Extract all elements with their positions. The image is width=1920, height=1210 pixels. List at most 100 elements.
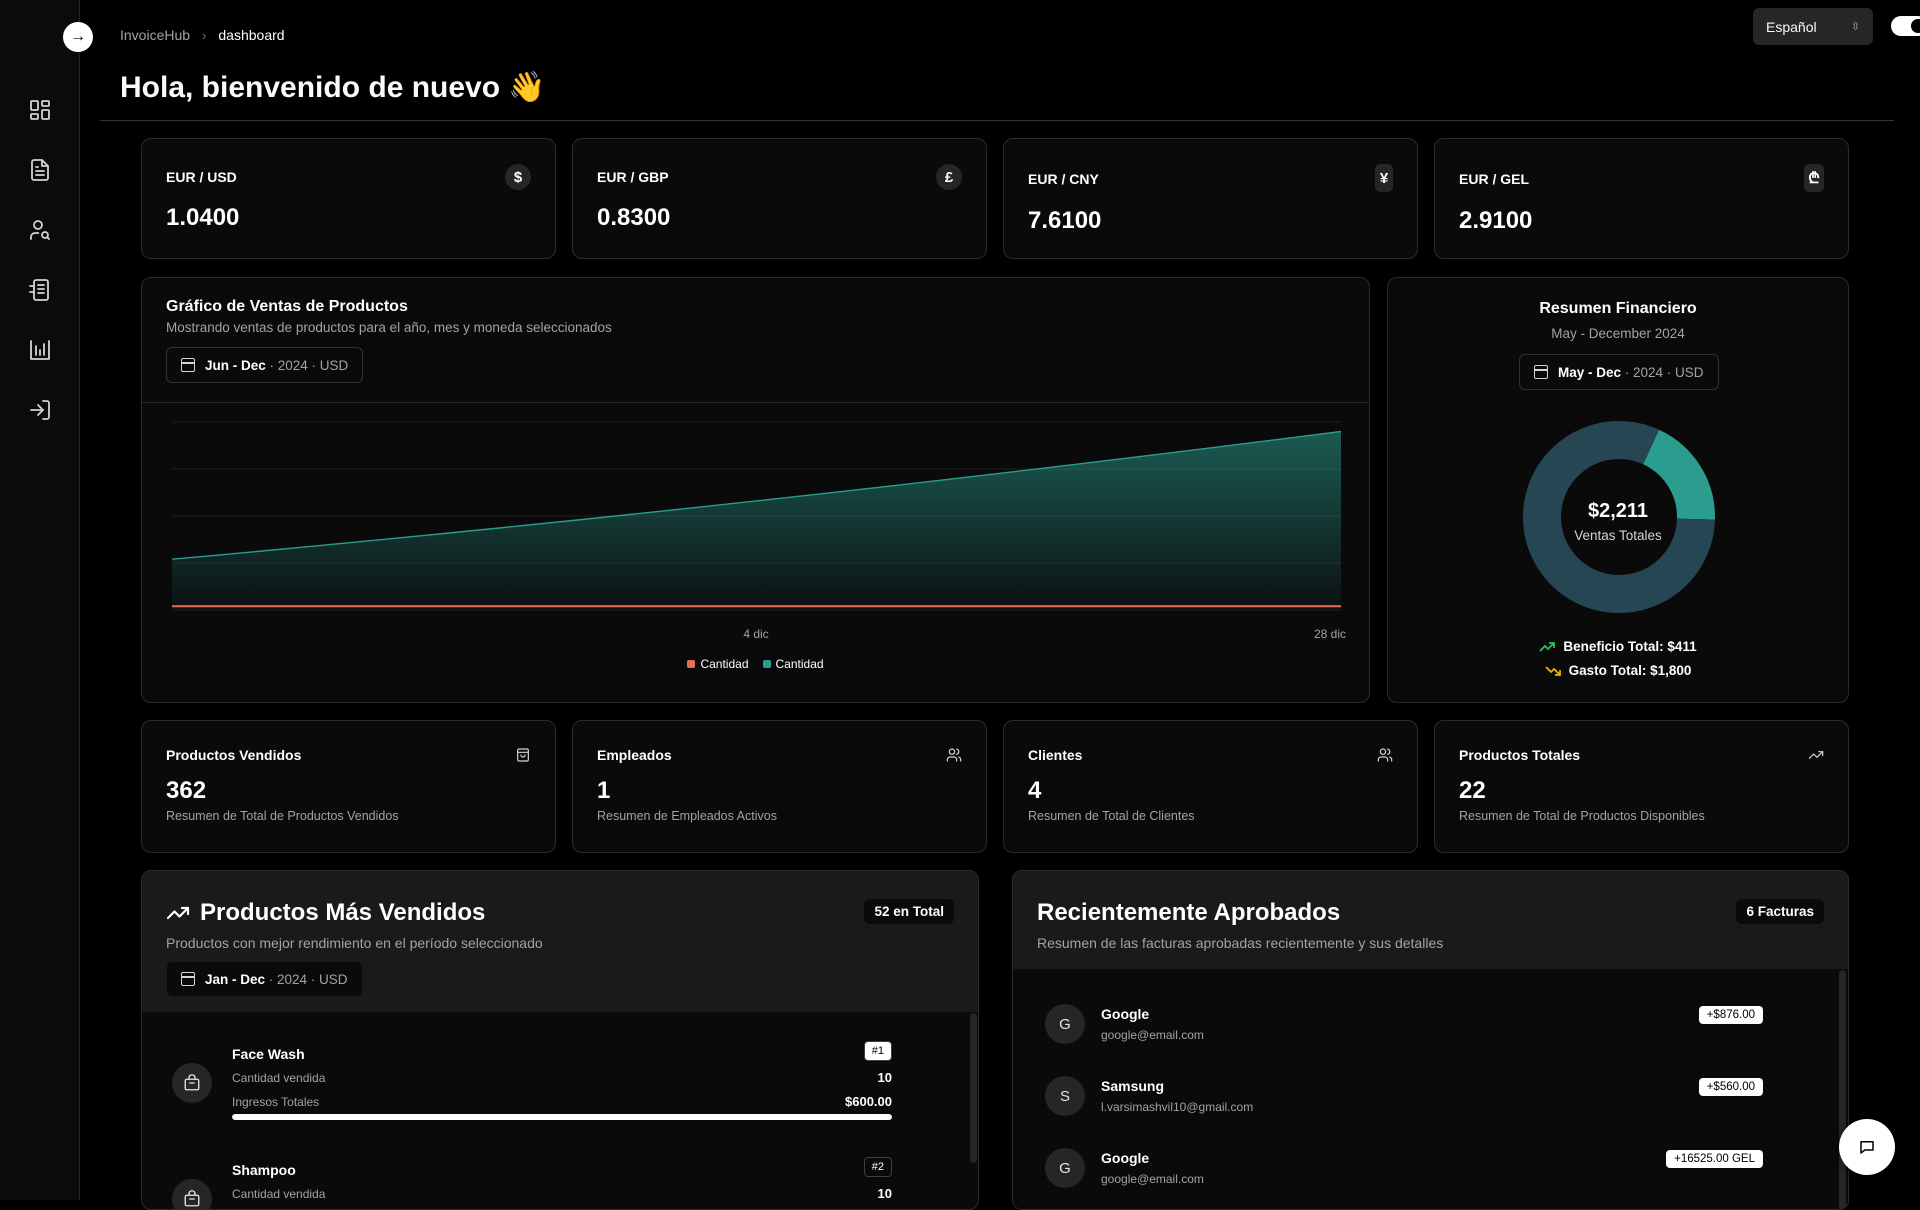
users-icon: [1377, 747, 1393, 763]
quantity-label: Cantidad vendida: [232, 1071, 326, 1085]
rate-label: EUR / USD: [166, 169, 237, 185]
client-name: Samsung: [1101, 1078, 1165, 1094]
quantity-label: Cantidad vendida: [232, 1187, 326, 1201]
rate-label: EUR / GBP: [597, 169, 669, 185]
sidebar-item-receipts[interactable]: [0, 260, 80, 320]
sidebar: [0, 0, 80, 1200]
header-divider: [100, 120, 1894, 121]
yuan-icon: ¥: [1375, 164, 1393, 192]
legend-swatch: [762, 660, 771, 668]
rate-label: EUR / GEL: [1459, 171, 1530, 187]
breadcrumb-home-link[interactable]: InvoiceHub: [120, 27, 190, 43]
financial-date-range-button[interactable]: May - Dec · 2024 · USD: [1519, 354, 1719, 390]
quantity-value: 10: [877, 1070, 892, 1085]
rate-card-usd: EUR / USD 1.0400 $: [141, 138, 556, 259]
recent-approved-panel: Recientemente Aprobados Resumen de las f…: [1012, 870, 1849, 1210]
date-range-text: May - Dec · 2024 · USD: [1558, 365, 1704, 380]
sidebar-item-invoices[interactable]: [0, 140, 80, 200]
scrollbar[interactable]: [970, 1013, 977, 1163]
rate-card-cny: EUR / CNY 7.6100 ¥: [1003, 138, 1418, 259]
topbar: InvoiceHub › dashboard Hola, bienvenido …: [80, 0, 1920, 104]
x-tick-label: 4 dic: [743, 627, 768, 641]
recent-title: Recientemente Aprobados: [1037, 899, 1341, 926]
rate-value: 2.9100: [1459, 207, 1533, 234]
client-name: Google: [1101, 1150, 1150, 1166]
progress-fill: [232, 1114, 892, 1120]
calendar-icon: [1534, 365, 1548, 379]
top-products-title: Productos Más Vendidos: [166, 899, 485, 927]
chart-subtitle: Mostrando ventas de productos para el añ…: [166, 320, 612, 335]
date-range-months: May - Dec: [1558, 364, 1622, 380]
quantity-value: 10: [877, 1186, 892, 1201]
amount-badge: +$876.00: [1698, 1006, 1763, 1024]
sidebar-item-reports[interactable]: [0, 320, 80, 380]
stat-label: Empleados: [597, 747, 672, 763]
avatar: G: [1045, 1004, 1085, 1044]
reports-icon: [30, 340, 50, 360]
legend-swatch: [687, 660, 696, 668]
products-date-range-button[interactable]: Jan - Dec · 2024 · USD: [166, 961, 363, 997]
profit-total: Beneficio Total: $411: [1563, 639, 1697, 654]
calendar-icon: [181, 972, 195, 986]
rank-badge: #1: [863, 1041, 892, 1061]
series-area: [172, 431, 1341, 610]
product-name: Shampoo: [232, 1162, 296, 1178]
client-name: Google: [1101, 1006, 1150, 1022]
stat-label: Productos Vendidos: [166, 747, 302, 763]
trending-up-icon: [166, 906, 190, 920]
legend-label: Cantidad: [700, 657, 749, 671]
breadcrumb-current: dashboard: [218, 27, 285, 43]
sidebar-item-logout[interactable]: [0, 380, 80, 440]
receipt-icon: [29, 279, 49, 301]
list-item[interactable]: G Google google@email.com +$876.00: [1045, 999, 1805, 1059]
pound-icon: £: [936, 164, 962, 190]
legend-item: Cantidad: [687, 657, 749, 671]
top-products-subtitle: Productos con mejor rendimiento en el pe…: [166, 935, 543, 951]
donut-total: $2,211: [1587, 500, 1649, 522]
avatar: S: [1045, 1076, 1085, 1116]
legend-item: Cantidad: [762, 657, 824, 671]
list-item[interactable]: Shampoo #2 Cantidad vendida 10: [172, 1157, 932, 1209]
sidebar-toggle-button[interactable]: →: [63, 22, 93, 52]
stat-card-employees: Empleados 1 Resumen de Empleados Activos: [572, 720, 987, 853]
sales-date-range-button[interactable]: Jun - Dec · 2024 · USD: [166, 347, 364, 383]
chat-button[interactable]: [1839, 1119, 1895, 1175]
language-select[interactable]: Español ⇳: [1753, 8, 1873, 45]
list-item[interactable]: S Samsung l.varsimashvil10@gmail.com +$5…: [1045, 1071, 1805, 1131]
stat-card-total-products: Productos Totales 22 Resumen de Total de…: [1434, 720, 1849, 853]
list-item[interactable]: Face Wash #1 Cantidad vendida 10 Ingreso…: [172, 1041, 932, 1136]
theme-toggle[interactable]: [1891, 16, 1920, 36]
invoice-icon: [31, 159, 49, 181]
stat-description: Resumen de Empleados Activos: [597, 809, 777, 823]
stat-value: 22: [1459, 777, 1486, 804]
recent-subtitle: Resumen de las facturas aprobadas recien…: [1037, 935, 1444, 951]
sidebar-item-clients[interactable]: [0, 200, 80, 260]
donut-total-label: Ventas Totales: [1574, 528, 1662, 543]
page-title: Hola, bienvenido de nuevo 👋: [120, 71, 546, 104]
stat-value: 1: [597, 777, 611, 804]
x-tick-label: 28 dic: [1314, 627, 1346, 641]
stat-label: Clientes: [1028, 747, 1083, 763]
amount-badge: +16525.00 GEL: [1666, 1150, 1763, 1168]
lari-icon: ₾: [1804, 164, 1824, 192]
expense-summary: Gasto Total: $1,800: [1388, 663, 1848, 678]
stat-description: Resumen de Total de Productos Vendidos: [166, 809, 399, 823]
rate-value: 0.8300: [597, 204, 671, 231]
scrollbar[interactable]: [1839, 970, 1846, 1209]
trending-up-icon: [1539, 641, 1556, 652]
stat-value: 362: [166, 777, 207, 804]
date-range-rest: · 2024 · USD: [265, 971, 348, 987]
client-email: l.varsimashvil10@gmail.com: [1101, 1100, 1254, 1114]
shopping-bag-icon: [515, 747, 531, 763]
profit-summary: Beneficio Total: $411: [1388, 639, 1848, 654]
rate-card-gbp: EUR / GBP 0.8300 £: [572, 138, 987, 259]
date-range-months: Jun - Dec: [205, 357, 266, 373]
date-range-text: Jan - Dec · 2024 · USD: [205, 972, 348, 987]
package-icon: [172, 1179, 212, 1209]
recent-header: Recientemente Aprobados Resumen de las f…: [1013, 871, 1848, 969]
stat-label: Productos Totales: [1459, 747, 1581, 763]
revenue-progress-bar: [232, 1114, 892, 1120]
sidebar-item-dashboard[interactable]: [0, 80, 80, 140]
rate-value: 7.6100: [1028, 207, 1102, 234]
list-item[interactable]: G Google google@email.com +16525.00 GEL: [1045, 1143, 1805, 1203]
